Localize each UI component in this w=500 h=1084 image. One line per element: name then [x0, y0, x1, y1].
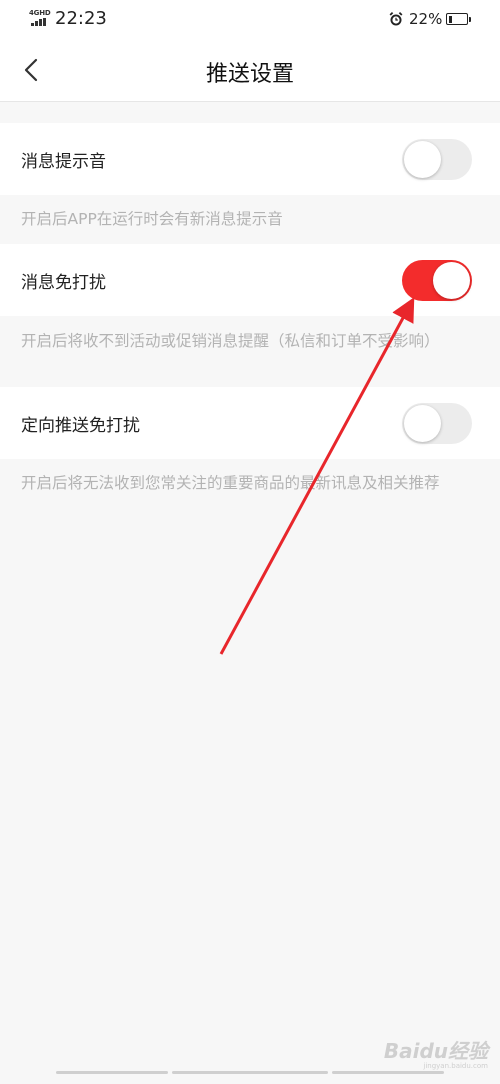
- setting-row-do-not-disturb: 消息免打扰: [0, 244, 500, 316]
- nav-indicator: [332, 1071, 444, 1074]
- setting-label: 消息提示音: [21, 152, 106, 172]
- watermark-logo: Baidu经验 jingyan.baidu.com: [383, 1039, 488, 1070]
- setting-description: 开启后将收不到活动或促销消息提醒（私信和订单不受影响）: [21, 332, 440, 350]
- nav-header: 推送设置: [0, 40, 500, 102]
- setting-description: 开启后APP在运行时会有新消息提示音: [21, 210, 283, 228]
- targeted-push-toggle[interactable]: [402, 403, 472, 444]
- setting-row-targeted-push: 定向推送免打扰: [0, 387, 500, 459]
- status-bar: 4GHD 22:23 22%: [0, 0, 500, 40]
- toggle-knob: [404, 141, 441, 178]
- message-sound-toggle[interactable]: [402, 139, 472, 180]
- setting-label: 定向推送免打扰: [21, 416, 140, 436]
- toggle-knob: [404, 405, 441, 442]
- setting-description: 开启后将无法收到您常关注的重要商品的最新讯息及相关推荐: [21, 474, 440, 492]
- do-not-disturb-toggle[interactable]: [402, 260, 472, 301]
- nav-indicator: [172, 1071, 328, 1074]
- battery-percent: 22%: [409, 10, 443, 28]
- toggle-knob: [433, 262, 470, 299]
- setting-row-message-sound: 消息提示音: [0, 123, 500, 195]
- nav-indicator: [56, 1071, 168, 1074]
- battery-icon: [446, 13, 471, 25]
- network-type: 4GHD: [29, 9, 51, 17]
- page-title: 推送设置: [205, 62, 294, 87]
- signal-icon: 4GHD: [29, 9, 51, 29]
- setting-label: 消息免打扰: [21, 273, 106, 293]
- alarm-clock-icon: [389, 11, 403, 27]
- status-time: 22:23: [55, 8, 107, 29]
